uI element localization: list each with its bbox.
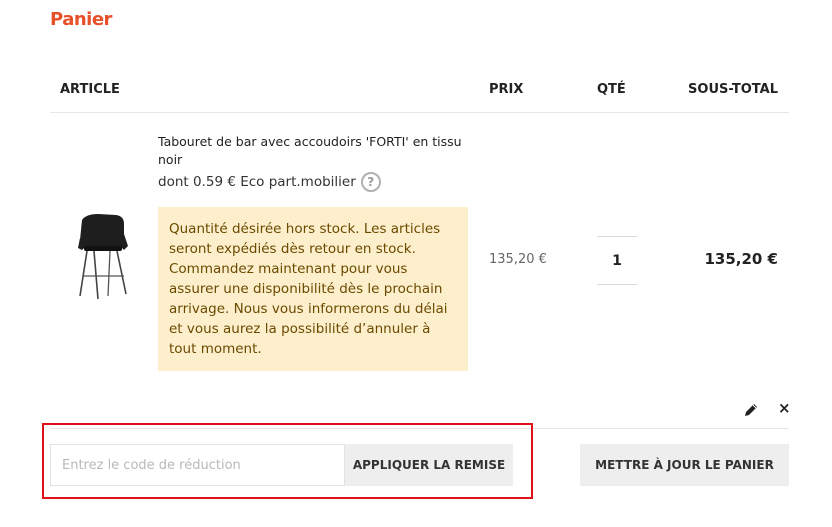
header-qty: QTÉ	[597, 82, 626, 97]
header-price: PRIX	[489, 82, 524, 97]
line-subtotal: 135,20 €	[704, 250, 778, 268]
header-subtotal: SOUS-TOTAL	[688, 82, 778, 97]
product-name[interactable]: Tabouret de bar avec accoudoirs 'FORTI' …	[158, 133, 473, 169]
header-divider	[50, 112, 789, 113]
unit-price: 135,20 €	[489, 252, 547, 267]
apply-coupon-button[interactable]: APPLIQUER LA REMISE	[345, 444, 513, 486]
update-cart-button[interactable]: METTRE À JOUR LE PANIER	[580, 444, 789, 486]
header-article: ARTICLE	[60, 82, 120, 97]
eco-fee-text: dont 0.59 € Eco part.mobilier	[158, 174, 356, 190]
pencil-icon[interactable]	[743, 402, 759, 418]
product-image[interactable]	[72, 212, 132, 300]
eco-fee: dont 0.59 € Eco part.mobilier ?	[158, 172, 381, 192]
help-icon[interactable]: ?	[360, 172, 381, 192]
quantity-field[interactable]: 1	[597, 236, 637, 285]
remove-item-button[interactable]: ×	[778, 399, 791, 417]
stock-notice: Quantité désirée hors stock. Les article…	[158, 207, 468, 371]
page-title: Panier	[50, 9, 112, 30]
coupon-code-input[interactable]	[50, 444, 345, 486]
footer-divider	[50, 428, 789, 429]
